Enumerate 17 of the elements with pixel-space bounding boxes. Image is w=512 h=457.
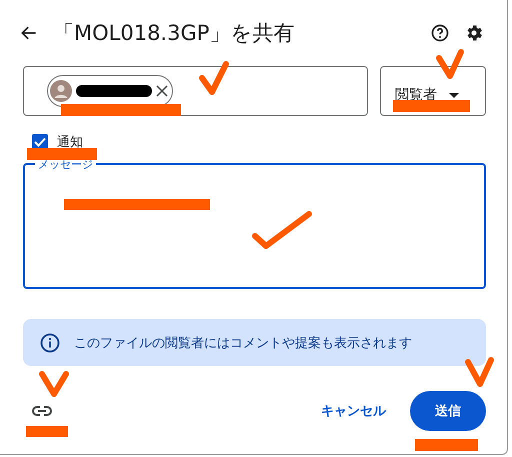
cancel-button[interactable]: キャンセル: [313, 391, 394, 431]
underline-mark: [27, 148, 97, 160]
notify-label: 通知: [57, 134, 83, 151]
check-mark: [252, 211, 312, 249]
check-mark: [436, 49, 464, 79]
check-mark: [39, 371, 69, 397]
check-mark: [199, 61, 229, 95]
send-button[interactable]: 送信: [410, 391, 486, 431]
close-icon[interactable]: [156, 85, 168, 97]
info-text: このファイルの閲覧者にはコメントや提案も表示されます: [74, 334, 412, 352]
dialog-title: 「MOL018.3GP」を共有: [53, 20, 296, 47]
check-mark: [465, 357, 494, 387]
underline-mark: [415, 439, 478, 451]
caret-icon: [449, 92, 459, 98]
info-icon: [40, 332, 60, 352]
underline-mark: [26, 426, 68, 437]
avatar-icon: [50, 80, 72, 102]
